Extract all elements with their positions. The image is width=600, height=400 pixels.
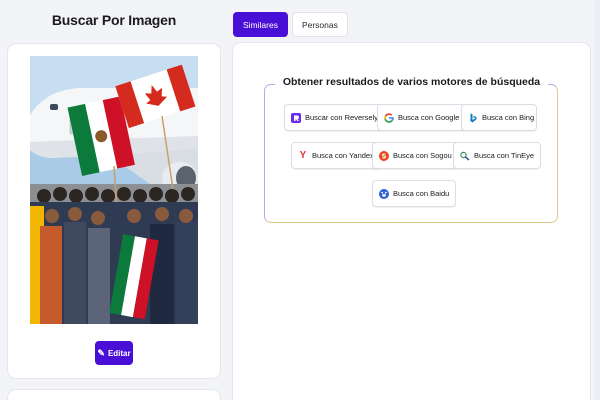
sogou-icon: S <box>379 150 389 161</box>
secondary-card <box>8 390 220 400</box>
search-yandex-button[interactable]: Y Busca con Yandex <box>291 142 381 169</box>
search-google-label: Busca con Google <box>398 113 460 122</box>
baidu-icon <box>379 188 389 199</box>
search-tineye-button[interactable]: Busca con TinEye <box>453 142 542 169</box>
search-google-button[interactable]: Busca con Google <box>377 104 467 131</box>
search-bing-button[interactable]: Busca con Bing <box>461 104 537 131</box>
bing-icon <box>468 113 478 123</box>
search-sogou-label: Busca con Sogou <box>393 151 452 160</box>
yandex-icon: Y <box>299 150 307 161</box>
search-bing-label: Busca con Bing <box>482 113 535 122</box>
reversely-icon <box>291 112 301 123</box>
image-card: ✎ Editar <box>8 44 220 378</box>
svg-text:S: S <box>381 152 386 160</box>
search-sogou-button[interactable]: S Busca con Sogou <box>372 142 459 169</box>
result-tabs: Similares Personas <box>233 12 348 37</box>
engines-title-text: Obtener resultados de varios motores de … <box>274 76 549 88</box>
engines-title: Obtener resultados de varios motores de … <box>233 76 590 88</box>
edit-icon: ✎ <box>97 347 105 358</box>
results-panel: Obtener resultados de varios motores de … <box>233 43 590 400</box>
tab-personas[interactable]: Personas <box>291 12 348 37</box>
search-yandex-label: Busca con Yandex <box>312 151 374 160</box>
page-title: Buscar Por Imagen <box>51 12 177 28</box>
search-tineye-label: Busca con TinEye <box>474 151 535 160</box>
search-reversely-button[interactable]: Buscar con Reversely <box>284 104 385 131</box>
google-icon <box>384 112 394 123</box>
tab-similares[interactable]: Similares <box>233 12 288 37</box>
page-scrollbar[interactable] <box>595 0 600 400</box>
edit-button-label: Editar <box>107 348 131 358</box>
search-baidu-label: Busca con Baidu <box>393 189 450 198</box>
edit-button[interactable]: ✎ Editar <box>95 341 133 365</box>
search-reversely-label: Buscar con Reversely <box>305 113 378 122</box>
tineye-icon <box>460 151 470 161</box>
left-panel: Buscar Por Imagen ✎ Editar <box>0 0 228 400</box>
uploaded-image[interactable] <box>30 56 198 324</box>
search-baidu-button[interactable]: Busca con Baidu <box>372 180 457 207</box>
